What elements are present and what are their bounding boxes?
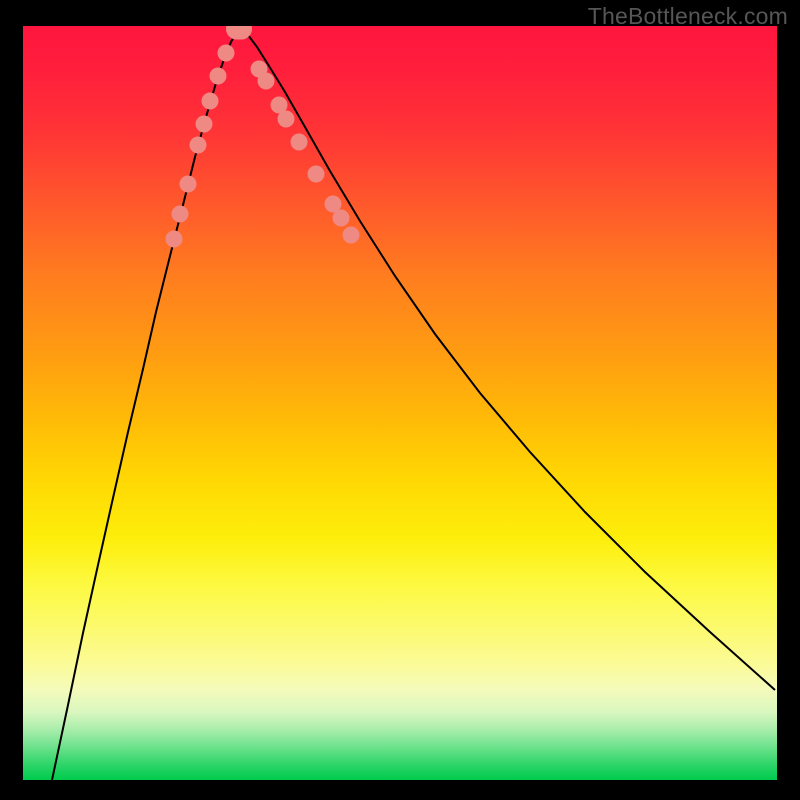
marker-dot xyxy=(258,73,275,90)
marker-dot xyxy=(190,137,207,154)
marker-dot xyxy=(196,116,213,133)
marker-dot xyxy=(291,134,308,151)
marker-dot xyxy=(210,68,227,85)
marker-dot xyxy=(172,206,189,223)
marker-dot xyxy=(202,93,219,110)
plot-area xyxy=(23,26,777,780)
curve-right-branch xyxy=(241,28,775,690)
curve-left-branch xyxy=(52,31,237,780)
marker-dot xyxy=(278,111,295,128)
marker-dot xyxy=(166,231,183,248)
marker-dot xyxy=(333,210,350,227)
marker-dot xyxy=(218,45,235,62)
marker-dot xyxy=(308,166,325,183)
marker-dot xyxy=(343,227,360,244)
marker-dot xyxy=(180,176,197,193)
curve-svg xyxy=(23,26,777,780)
